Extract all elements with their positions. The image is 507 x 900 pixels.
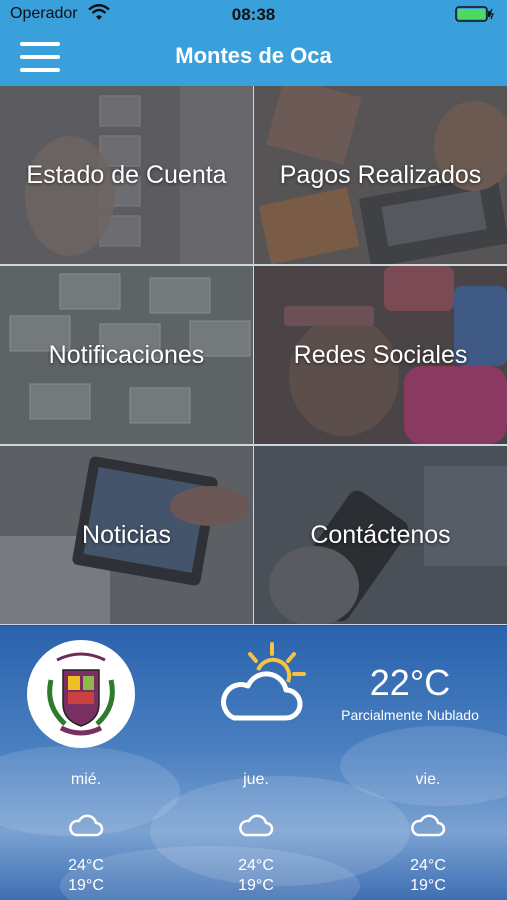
clock: 08:38 (231, 5, 276, 24)
menu-grid: Estado de Cuenta Pagos Realizados Notifi… (0, 86, 507, 625)
tile-noticias[interactable]: Noticias (0, 446, 253, 624)
nav-bar: Montes de Oca (0, 28, 507, 86)
tile-label: Contáctenos (310, 520, 451, 549)
forecast-low: 19°C (238, 877, 274, 894)
tile-label: Estado de Cuenta (26, 160, 227, 189)
forecast-day-name: jue. (243, 771, 269, 788)
tile-label: Noticias (82, 520, 171, 549)
forecast-high: 24°C (238, 857, 274, 874)
tile-pagos-realizados[interactable]: Pagos Realizados (254, 86, 507, 264)
forecast-day-name: mié. (70, 771, 102, 788)
battery-icon (455, 6, 495, 27)
forecast-day: jue. 24°C 19°C (196, 771, 316, 895)
forecast-low: 19°C (68, 877, 104, 894)
tile-redes-sociales[interactable]: Redes Sociales (254, 266, 507, 444)
status-bar: Operador 08:38 (0, 0, 507, 28)
tile-label: Redes Sociales (293, 340, 468, 369)
cloud-icon (26, 811, 146, 841)
current-temperature: 22°C (369, 662, 451, 703)
forecast-day: mié. 24°C 19°C (26, 771, 146, 895)
municipality-seal-logo (27, 640, 135, 748)
tile-estado-de-cuenta[interactable]: Estado de Cuenta (0, 86, 253, 264)
partly-cloudy-icon (214, 640, 314, 735)
tile-contactenos[interactable]: Contáctenos (254, 446, 507, 624)
forecast-day-name: vie. (415, 771, 441, 788)
forecast-high: 24°C (410, 857, 446, 874)
forecast-low: 19°C (410, 877, 446, 894)
page-title: Montes de Oca (175, 43, 332, 68)
current-condition: Parcialmente Nublado (341, 707, 479, 723)
tile-label: Pagos Realizados (279, 160, 482, 189)
forecast-day: vie. 24°C 19°C (368, 771, 488, 895)
cloud-icon (368, 811, 488, 841)
cloud-icon (196, 811, 316, 841)
tile-notificaciones[interactable]: Notificaciones (0, 266, 253, 444)
tile-label: Notificaciones (48, 340, 205, 369)
weather-panel: 22°C Parcialmente Nublado mié. 24°C 19°C… (0, 626, 507, 900)
forecast-high: 24°C (68, 857, 104, 874)
